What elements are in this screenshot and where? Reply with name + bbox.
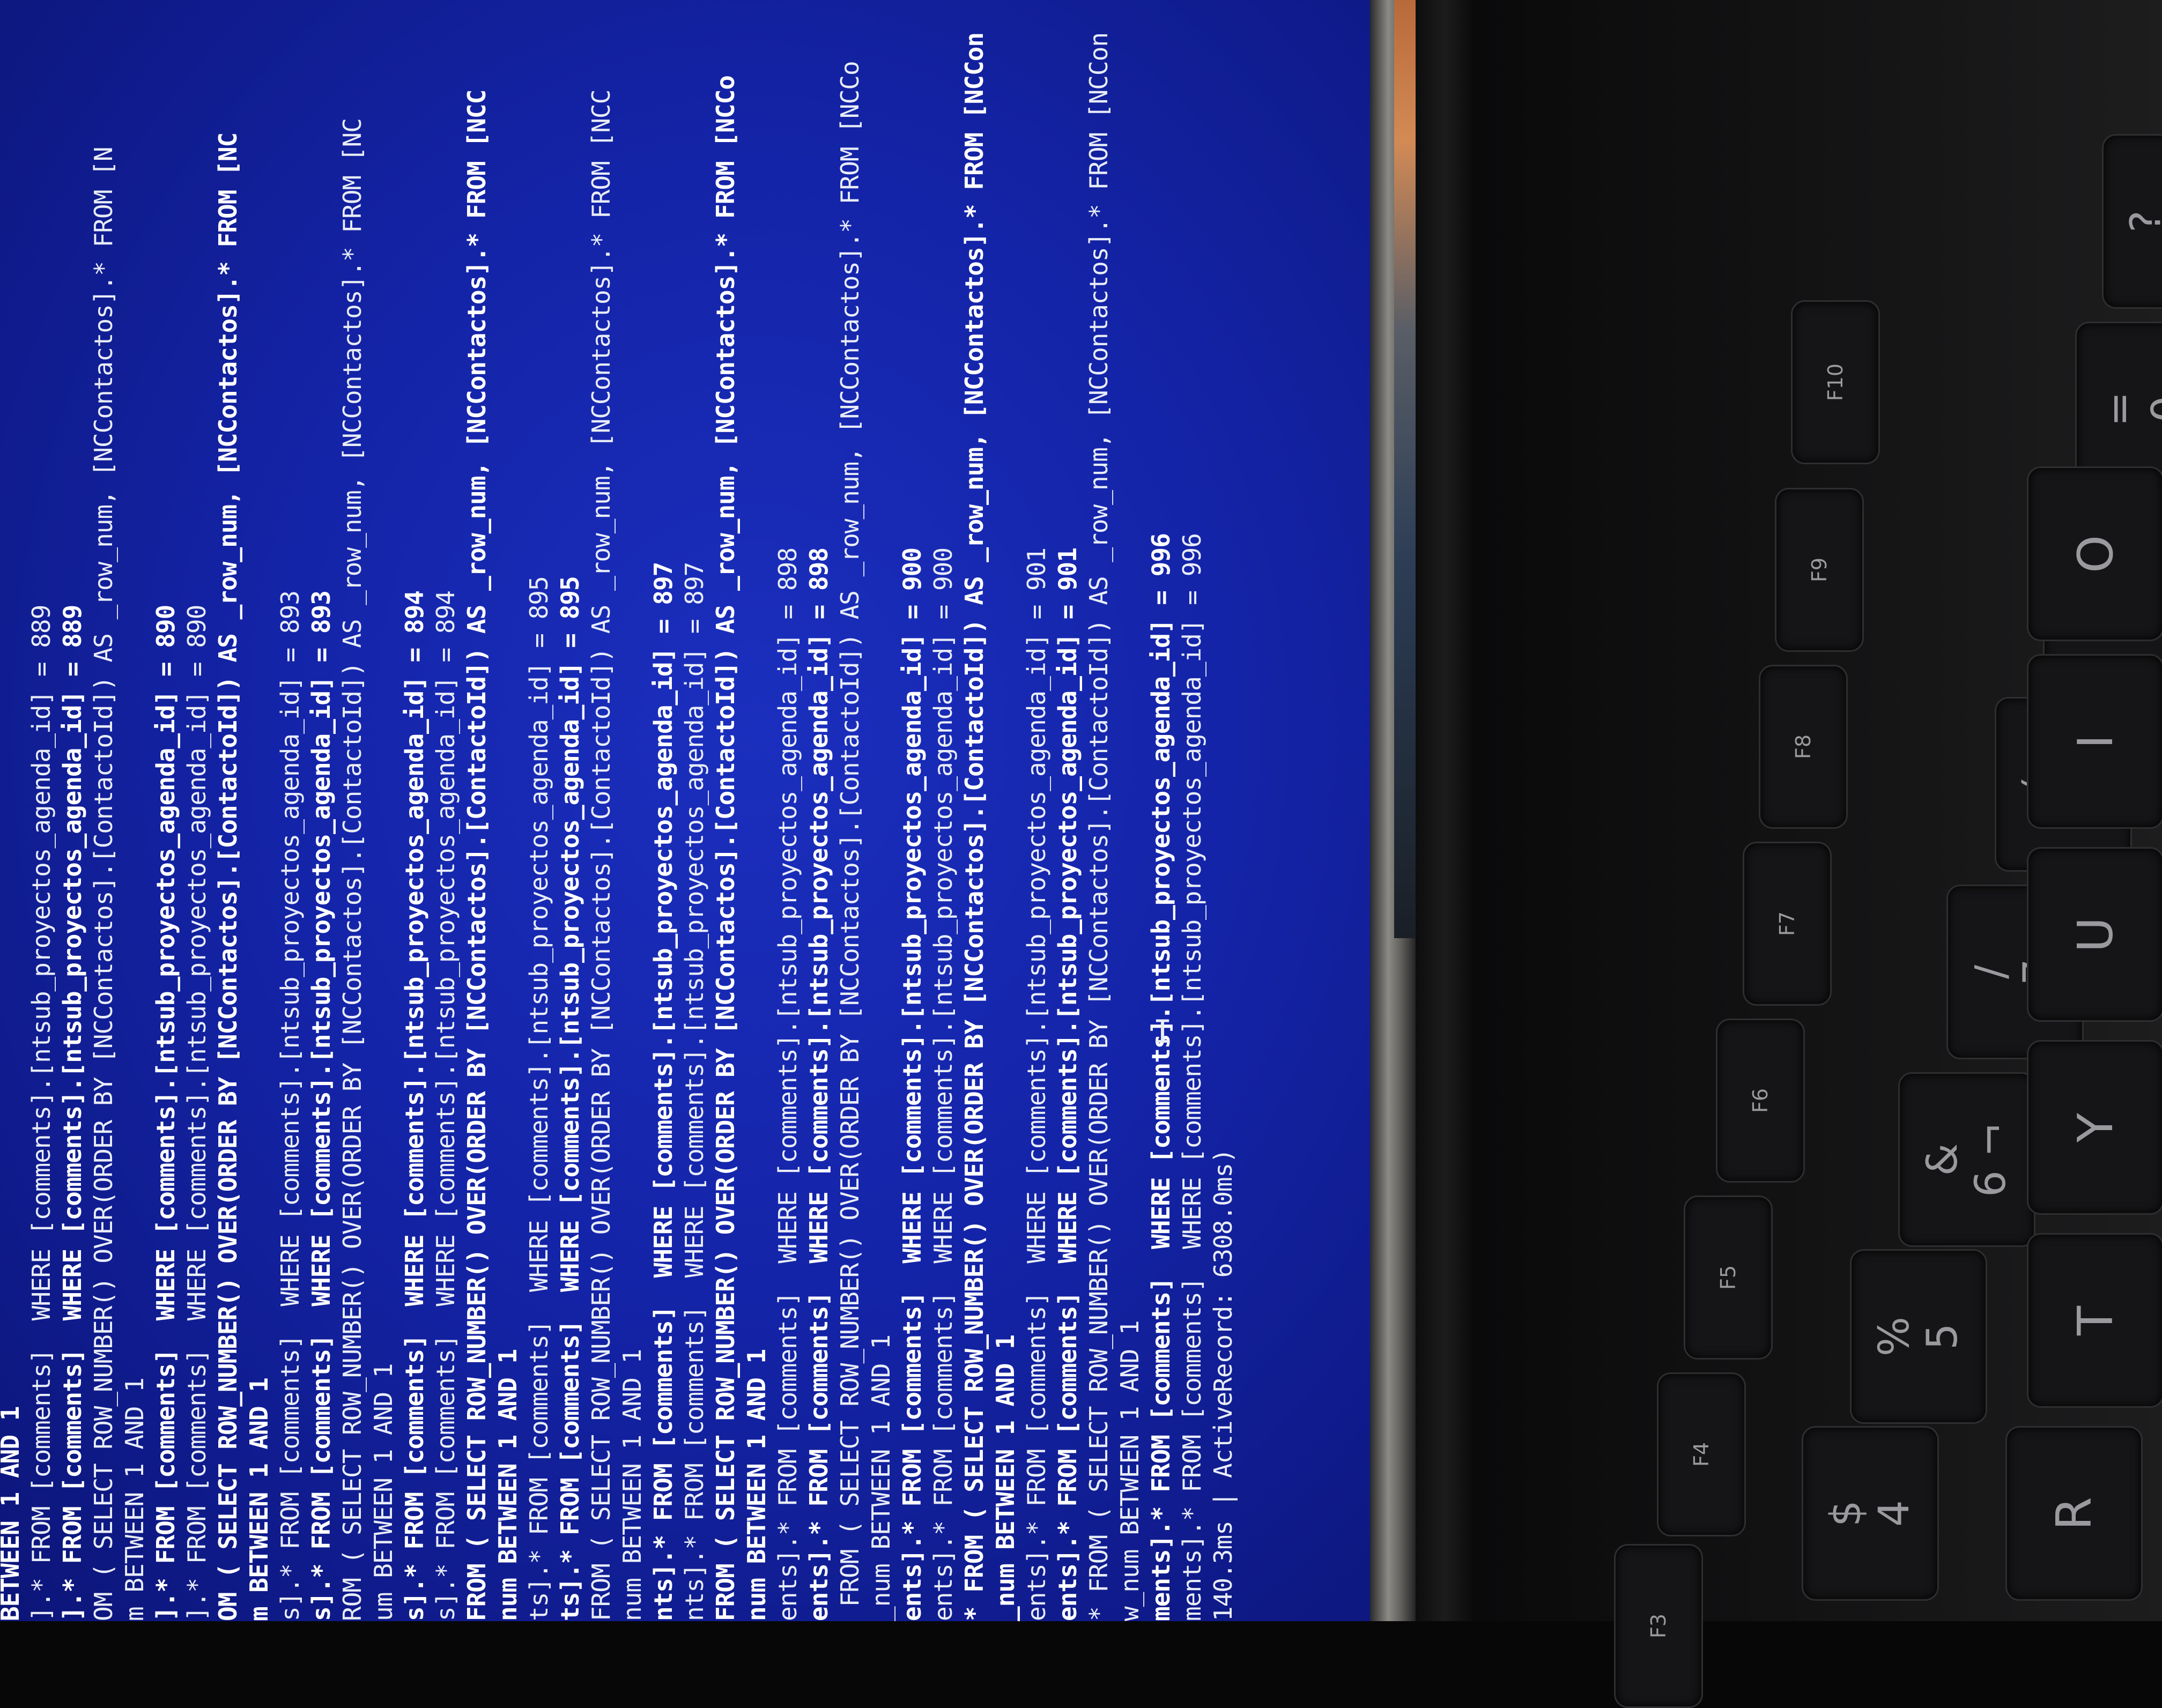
log-line: ts].* FROM [comments] WHERE [comments].[… [556, 576, 584, 1621]
key-legend: $4 [1822, 1500, 1919, 1527]
log-line: s].* FROM [comments] WHERE [comments].[n… [307, 591, 336, 1621]
fast-forward-icon: F9 [1807, 557, 1831, 583]
log-line: ents].* FROM [comments] WHERE [comments]… [1022, 547, 1051, 1621]
rewind-icon: F7 [1775, 911, 1799, 937]
key-legend-top: = [2095, 391, 2144, 427]
terminal-log: BETWEEN 1 AND 1].* FROM [comments] WHERE… [0, 0, 1365, 1621]
key-legend-top: % [1870, 1316, 1919, 1357]
key-f4[interactable]: F4 [1657, 1372, 1746, 1536]
log-line: ents].* FROM [comments] WHERE [comments]… [773, 547, 802, 1621]
log-line: um BETWEEN 1 AND 1 [369, 1363, 398, 1622]
key-number[interactable]: % 5 [1850, 1249, 1987, 1424]
key-letter[interactable]: O [2027, 466, 2162, 641]
log-line: s].* FROM [comments] WHERE [comments].[n… [276, 591, 305, 1621]
key-letter[interactable]: T [2027, 1233, 2162, 1408]
log-line: ents].* FROM [comments] WHERE [comments]… [929, 547, 958, 1621]
log-line: ments].* FROM [comments] WHERE [comments… [1146, 533, 1175, 1621]
log-line: num BETWEEN 1 AND 1 [493, 1349, 522, 1621]
key-legend: T [2067, 1305, 2124, 1335]
keyboard-dim-icon: F5 [1716, 1265, 1740, 1290]
key-f9[interactable]: F9 [1775, 488, 1864, 652]
log-line: nts].* FROM [comments] WHERE [comments].… [649, 562, 678, 1621]
log-line: * FROM ( SELECT ROW_NUMBER() OVER(ORDER … [960, 32, 989, 1621]
key-legend: ?' [2122, 210, 2162, 232]
key-legend-top: / [1966, 964, 2015, 979]
log-line: FROM ( SELECT ROW_NUMBER() OVER(ORDER BY… [587, 90, 616, 1621]
log-line: num BETWEEN 1 AND 1 [742, 1349, 771, 1621]
log-line: m BETWEEN 1 AND 1 [245, 1378, 273, 1621]
log-line: FROM ( SELECT ROW_NUMBER() OVER(ORDER BY… [835, 61, 864, 1621]
log-line: BETWEEN 1 AND 1 [0, 1407, 25, 1621]
key-legend: U [2067, 917, 2124, 952]
log-line: 140.3ms | ActiveRecord: 6308.0ms) [1209, 1149, 1238, 1621]
key-legend-bottom: 6 ¬ [1967, 1122, 2015, 1197]
mute-icon: F10 [1824, 363, 1847, 402]
key-legend: & 6 ¬ [1919, 1122, 2015, 1197]
key-legend-bottom: 0 [2144, 391, 2162, 426]
log-line: m BETWEEN 1 AND 1 [120, 1378, 149, 1621]
play-pause-icon: F8 [1791, 734, 1815, 760]
key-number[interactable]: & 6 ¬ [1898, 1072, 2035, 1247]
key-legend-top: ? [2122, 210, 2162, 232]
log-line: FROM ( SELECT ROW_NUMBER() OVER(ORDER BY… [462, 90, 491, 1621]
keyboard-bright-icon: F6 [1748, 1088, 1772, 1113]
log-line: num BETWEEN 1 AND 1 [618, 1349, 647, 1621]
launchpad-icon: F4 [1689, 1442, 1713, 1467]
log-line: FROM ( SELECT ROW_NUMBER() OVER(ORDER BY… [711, 76, 740, 1621]
log-line: ].* FROM [comments] WHERE [comments].[nt… [182, 605, 211, 1621]
key-legend-top: $ [1822, 1500, 1870, 1527]
key-f10[interactable]: F10 [1791, 300, 1880, 464]
log-line: nts].* FROM [comments] WHERE [comments].… [680, 562, 709, 1621]
log-line: ents].* FROM [comments] WHERE [comments]… [804, 547, 833, 1621]
key-f3[interactable]: F3 [1614, 1544, 1703, 1708]
mission-control-icon: F3 [1646, 1613, 1670, 1639]
log-line: s].* FROM [comments] WHERE [comments].[n… [400, 591, 429, 1621]
log-line: ents].* FROM [comments] WHERE [comments]… [1053, 547, 1082, 1621]
key-legend: =0 [2096, 391, 2162, 426]
key-number[interactable]: $4 [1802, 1426, 1939, 1601]
log-line: OM ( SELECT ROW_NUMBER() OVER(ORDER BY [… [213, 132, 242, 1621]
key-legend-bottom: 4 [1870, 1500, 1919, 1527]
log-line: OM ( SELECT ROW_NUMBER() OVER(ORDER BY [… [89, 147, 118, 1621]
key-letter[interactable]: Y [2027, 1040, 2162, 1215]
key-f5[interactable]: F5 [1684, 1195, 1773, 1360]
key-number[interactable]: ?' [2102, 134, 2162, 309]
log-line: ].* FROM [comments] WHERE [comments].[nt… [58, 605, 87, 1621]
key-legend: % 5 [1870, 1317, 1967, 1356]
laptop-hinge [1416, 0, 1475, 1621]
key-f7[interactable]: F7 [1743, 842, 1832, 1006]
log-line: ments].* FROM [comments] WHERE [comments… [1178, 533, 1206, 1621]
key-legend: O [2067, 534, 2124, 573]
key-legend-bottom: 5 [1919, 1323, 1967, 1350]
key-letter[interactable]: I [2027, 654, 2162, 829]
key-letter[interactable]: U [2027, 847, 2162, 1022]
text-cursor-icon: I [1153, 1013, 1173, 1051]
log-line: ROM ( SELECT ROW_NUMBER() OVER(ORDER BY … [338, 118, 367, 1621]
log-line: _num BETWEEN 1 AND 1 [991, 1335, 1020, 1621]
log-line: ].* FROM [comments] WHERE [comments].[nt… [151, 605, 180, 1621]
key-f6[interactable]: F6 [1716, 1019, 1805, 1183]
log-line: * FROM ( SELECT ROW_NUMBER() OVER(ORDER … [1084, 32, 1113, 1621]
log-line: ents].* FROM [comments] WHERE [comments]… [898, 547, 927, 1621]
log-line: ts].* FROM [comments] WHERE [comments].[… [524, 576, 553, 1621]
key-legend: R [2046, 1496, 2102, 1531]
log-line: _num BETWEEN 1 AND 1 [867, 1335, 895, 1621]
key-legend: I [2067, 734, 2124, 749]
key-f8[interactable]: F8 [1759, 665, 1848, 829]
key-legend: Y [2067, 1112, 2124, 1142]
log-line: ].* FROM [comments] WHERE [comments].[nt… [27, 605, 56, 1621]
terminal-screen: BETWEEN 1 AND 1].* FROM [comments] WHERE… [0, 0, 1370, 1621]
key-letter[interactable]: R [2005, 1426, 2143, 1601]
log-line: w_num BETWEEN 1 AND 1 [1115, 1320, 1144, 1621]
key-legend-top: & [1919, 1143, 1967, 1176]
log-line: s].* FROM [comments] WHERE [comments].[n… [431, 591, 460, 1621]
